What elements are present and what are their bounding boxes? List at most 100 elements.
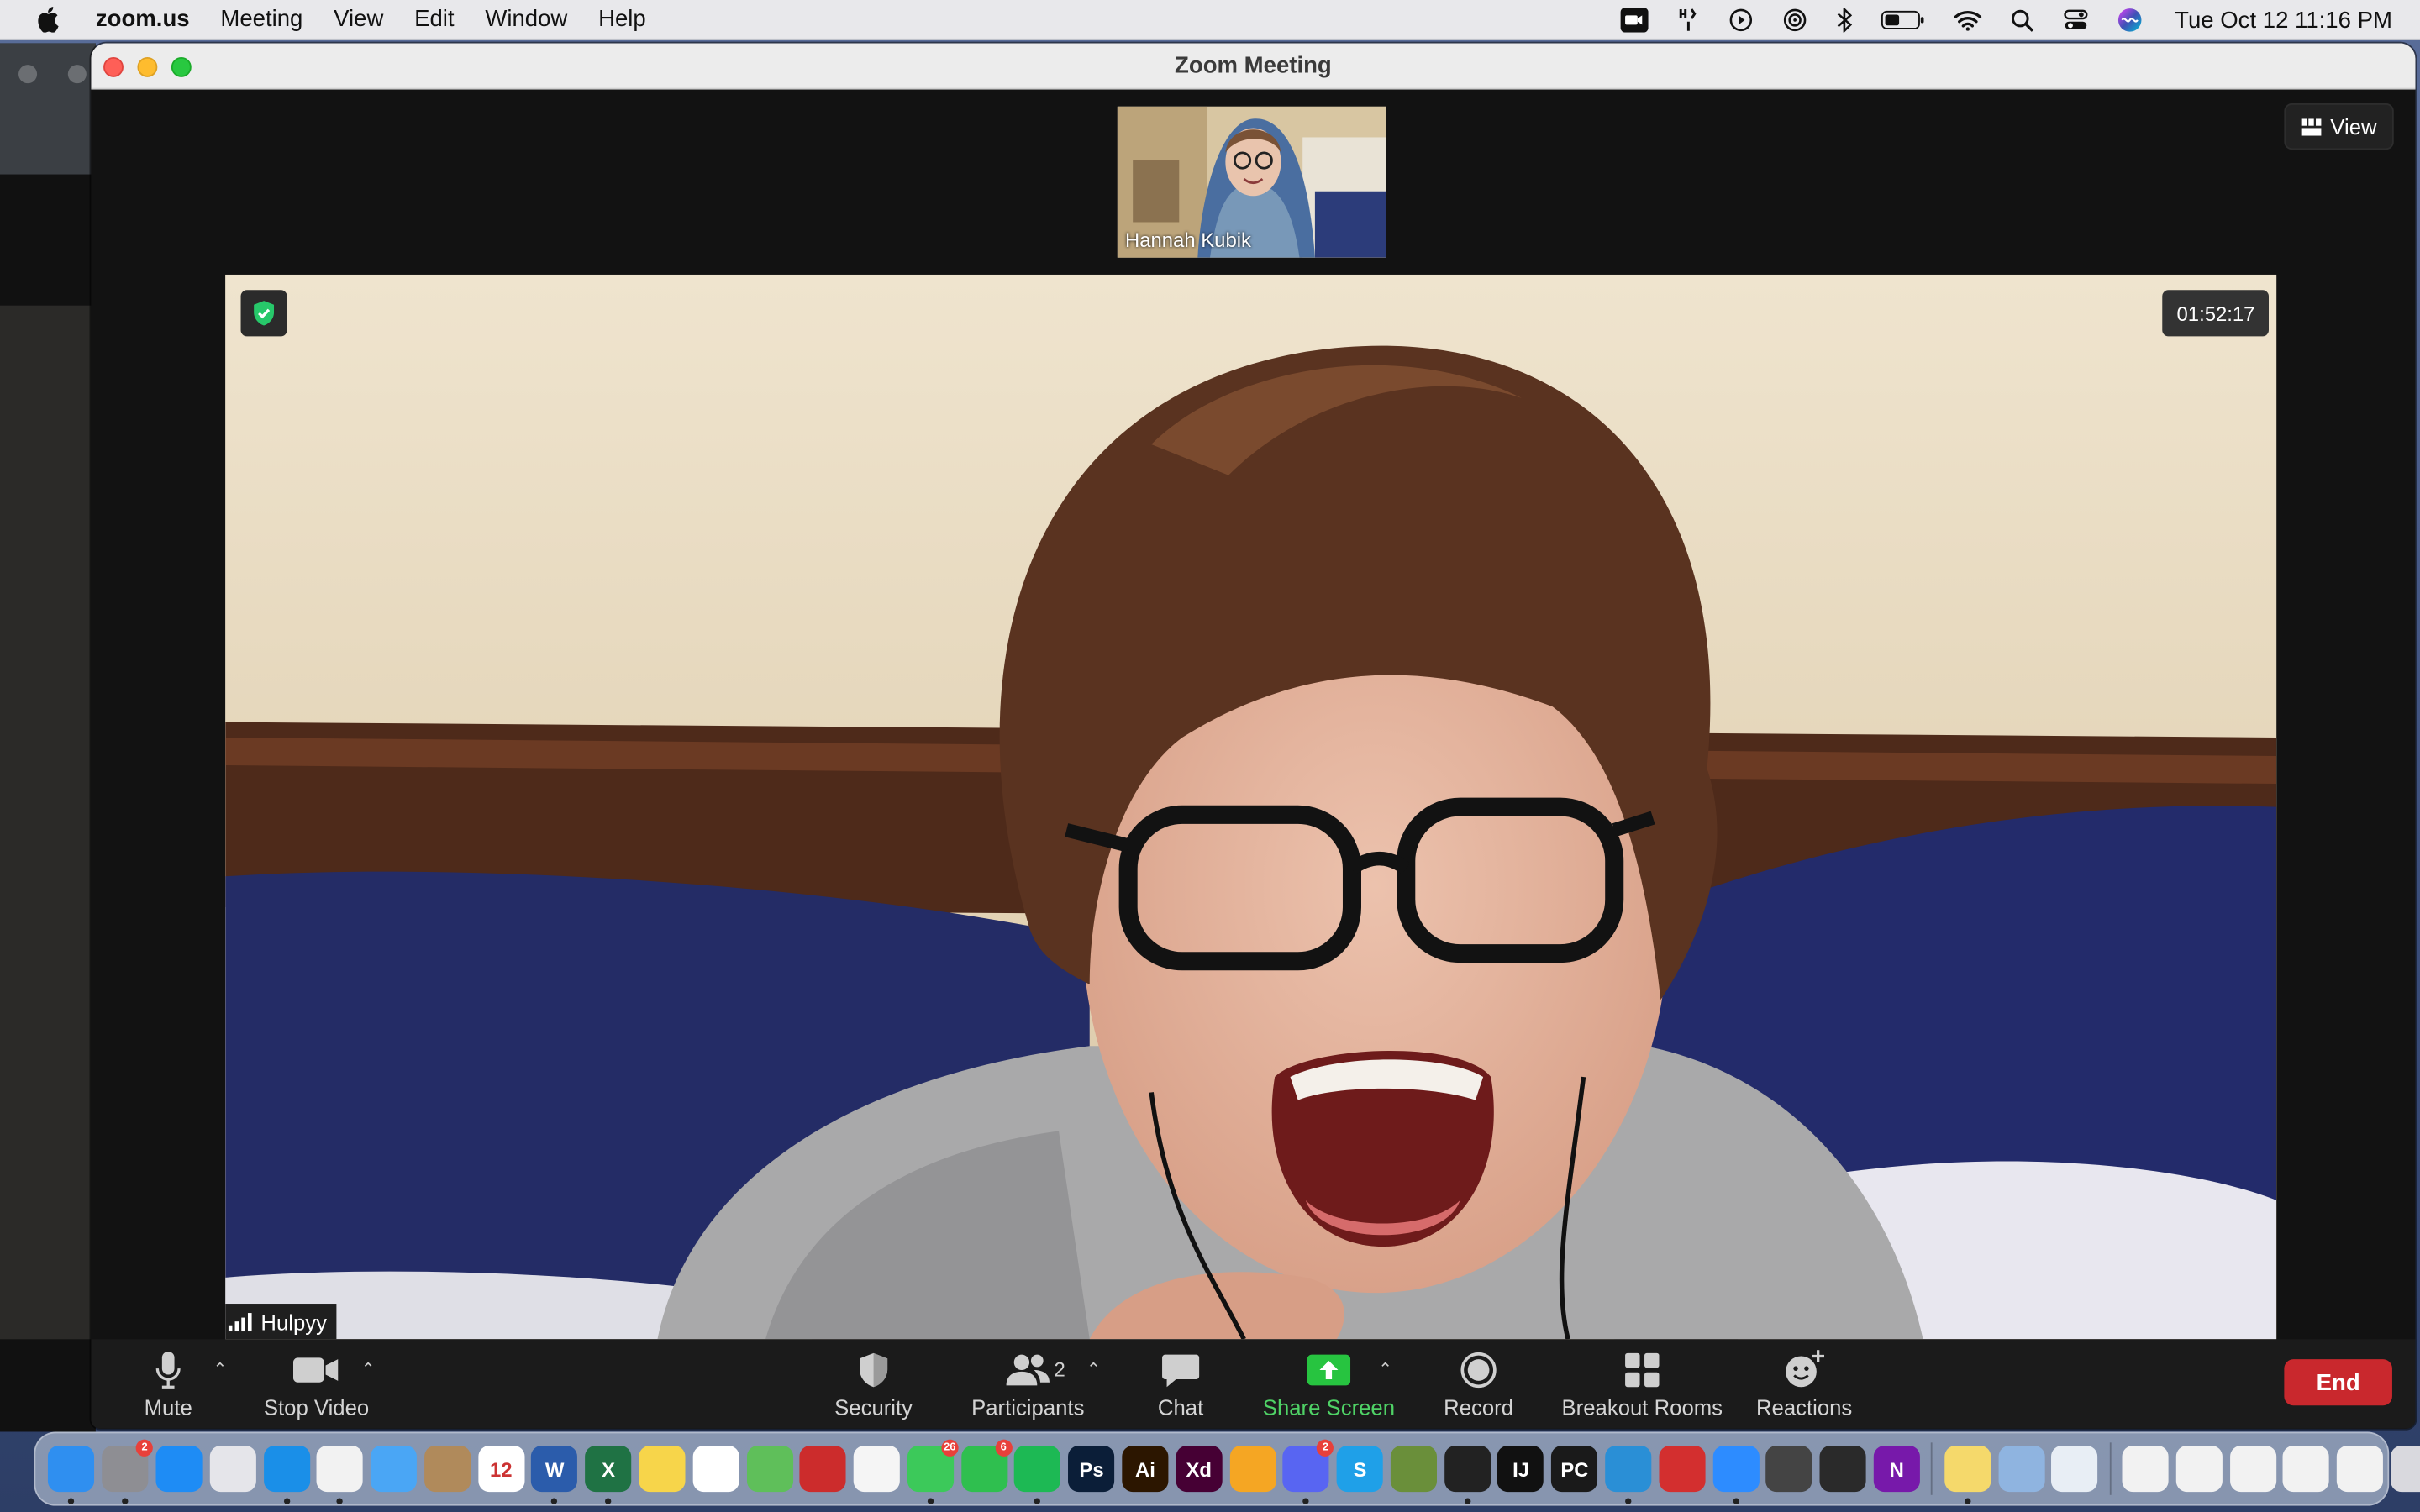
view-button[interactable]: View <box>2284 103 2394 150</box>
siri-icon[interactable] <box>2118 0 2142 40</box>
dock-contacts-icon[interactable] <box>424 1446 471 1493</box>
airplay-icon[interactable] <box>1783 0 1807 40</box>
window-title-bar: Zoom Meeting <box>91 43 2416 90</box>
dock-kindle-icon[interactable] <box>2051 1446 2098 1493</box>
menu-help[interactable]: Help <box>598 6 646 32</box>
dock-document-3-icon[interactable] <box>2229 1446 2276 1493</box>
breakout-rooms-label: Breakout Rooms <box>1561 1394 1723 1420</box>
participants-button[interactable]: Participants <box>966 1339 1090 1429</box>
active-speaker-video: 01:52:17 Hulpyy <box>225 274 2277 1340</box>
dock-spotify-icon[interactable] <box>1014 1446 1061 1504</box>
speaker-name-tag: Hulpyy <box>225 1304 337 1340</box>
dock-intellij-icon[interactable]: IJ <box>1497 1446 1544 1493</box>
record-label: Record <box>1444 1394 1514 1420</box>
dock-skype-icon[interactable]: S <box>1336 1446 1383 1493</box>
dock-messages-icon[interactable]: 26 <box>907 1439 959 1504</box>
participant-thumbnail[interactable]: Hannah Kubik <box>1117 106 1386 258</box>
dock-icon-glyph: W <box>544 1457 565 1481</box>
meeting-controls-toolbar: Mute ⌃ Stop Video ⌃ Security Participant… <box>91 1339 2416 1429</box>
chat-bubble-icon <box>1160 1350 1201 1390</box>
dock-minecraft-icon[interactable] <box>1390 1446 1437 1493</box>
dock-trash-icon[interactable] <box>2391 1446 2420 1493</box>
dock-photos-icon[interactable] <box>853 1446 901 1493</box>
dock-word-icon[interactable]: W <box>531 1446 578 1504</box>
share-screen-icon <box>1307 1350 1351 1390</box>
menubar-clock[interactable]: Tue Oct 12 11:16 PM <box>2175 7 2392 33</box>
dock-chrome-icon[interactable] <box>317 1446 364 1504</box>
close-window-button[interactable] <box>103 56 124 77</box>
dock-photo-booth-icon[interactable] <box>800 1446 847 1493</box>
participants-icon <box>1005 1350 1051 1390</box>
dock-excel-icon[interactable]: X <box>585 1446 632 1504</box>
spotlight-search-icon[interactable] <box>2011 0 2034 40</box>
mute-button[interactable]: Mute <box>129 1339 207 1429</box>
dock-pages-icon[interactable] <box>1229 1446 1276 1493</box>
background-window-dot <box>18 65 38 84</box>
fullscreen-window-button[interactable] <box>171 56 192 77</box>
airdrop-icon[interactable] <box>1678 0 1700 40</box>
dock-onenote-icon[interactable]: N <box>1873 1446 1920 1493</box>
share-options-chevron-icon[interactable]: ⌃ <box>1378 1359 1392 1379</box>
battery-icon[interactable] <box>1881 0 1924 40</box>
dock-running-indicator <box>336 1498 344 1504</box>
menu-view[interactable]: View <box>334 6 383 32</box>
dock-terminal-icon[interactable] <box>1444 1446 1491 1504</box>
zoom-status-icon[interactable] <box>1620 0 1649 40</box>
dock-notes-icon[interactable] <box>639 1446 686 1493</box>
encryption-badge[interactable] <box>240 290 287 337</box>
control-center-icon[interactable] <box>2064 0 2088 40</box>
dock-maps-icon[interactable] <box>746 1446 793 1493</box>
dock-reminders-icon[interactable] <box>692 1446 739 1493</box>
participants-options-chevron-icon[interactable]: ⌃ <box>1086 1359 1101 1379</box>
breakout-rooms-button[interactable]: Breakout Rooms <box>1557 1339 1727 1429</box>
dock-preview-icon[interactable] <box>1997 1446 2044 1493</box>
dock-vscode-icon[interactable] <box>1605 1446 1652 1504</box>
dock-xd-icon[interactable]: Xd <box>1176 1446 1223 1493</box>
dock-zoom-icon[interactable] <box>1712 1446 1760 1504</box>
dock-facetime-icon[interactable]: 6 <box>960 1439 1013 1493</box>
reactions-button[interactable]: Reactions <box>1750 1339 1859 1429</box>
dock-running-indicator <box>1625 1498 1632 1504</box>
dock-activity-monitor-icon[interactable] <box>1819 1446 1866 1493</box>
chat-button[interactable]: Chat <box>1142 1339 1219 1429</box>
dock-running-indicator <box>1302 1498 1310 1504</box>
bluetooth-icon[interactable] <box>1837 0 1853 40</box>
dock-document-2-icon[interactable] <box>2175 1446 2223 1493</box>
menu-window[interactable]: Window <box>485 6 567 32</box>
dock-app-store-icon[interactable] <box>155 1446 203 1493</box>
menu-meeting[interactable]: Meeting <box>220 6 302 32</box>
share-screen-button[interactable]: Share Screen <box>1260 1339 1398 1429</box>
play-icon[interactable] <box>1728 0 1753 40</box>
record-button[interactable]: Record <box>1432 1339 1524 1429</box>
menu-app-name[interactable]: zoom.us <box>96 6 190 32</box>
dock-finder-icon[interactable] <box>48 1446 95 1504</box>
dock-running-indicator <box>1732 1498 1739 1504</box>
wifi-icon[interactable] <box>1954 0 1982 40</box>
dock-launchpad-icon[interactable] <box>209 1446 256 1493</box>
minimize-window-button[interactable] <box>137 56 158 77</box>
dock-discord-icon[interactable]: 2 <box>1282 1439 1334 1504</box>
dock-mail-icon[interactable] <box>370 1446 418 1493</box>
end-meeting-button[interactable]: End <box>2284 1359 2392 1406</box>
dock-safari-icon[interactable] <box>263 1446 310 1504</box>
dock-calendar-icon[interactable]: 12 <box>477 1446 524 1493</box>
record-icon <box>1460 1350 1497 1390</box>
menu-edit[interactable]: Edit <box>414 6 454 32</box>
apple-icon[interactable] <box>37 6 74 33</box>
stop-video-button[interactable]: Stop Video <box>255 1339 378 1429</box>
dock-document-4-icon[interactable] <box>2283 1446 2330 1493</box>
dock-photoshop-icon[interactable]: Ps <box>1068 1446 1115 1493</box>
dock-illustrator-icon[interactable]: Ai <box>1122 1446 1169 1493</box>
dock-icon-glyph: 12 <box>489 1457 513 1481</box>
dock-chess-icon[interactable] <box>1765 1446 1813 1493</box>
dock-document-5-icon[interactable] <box>2337 1446 2384 1493</box>
dock-pycharm-icon[interactable]: PC <box>1551 1446 1598 1493</box>
dock-document-1-icon[interactable] <box>2122 1446 2169 1493</box>
security-button[interactable]: Security <box>819 1339 928 1429</box>
dock-running-indicator <box>122 1498 129 1504</box>
dock-stickies-icon[interactable] <box>1944 1446 1991 1504</box>
dock-system-preferences-icon[interactable]: 2 <box>102 1439 154 1504</box>
dock-autodesk-icon[interactable] <box>1659 1446 1706 1493</box>
video-options-chevron-icon[interactable]: ⌃ <box>361 1359 376 1379</box>
audio-options-chevron-icon[interactable]: ⌃ <box>213 1359 227 1379</box>
